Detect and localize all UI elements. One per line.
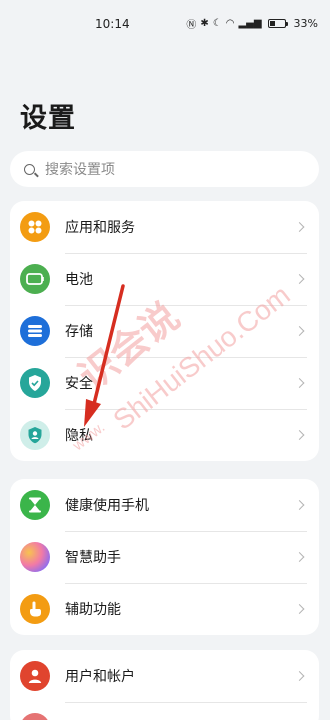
status-time: 10:14 xyxy=(95,17,130,31)
settings-item-security[interactable]: 安全 xyxy=(10,357,319,409)
settings-item-label: 健康使用手机 xyxy=(65,498,149,514)
settings-item-next[interactable] xyxy=(10,702,319,720)
hourglass-icon xyxy=(20,490,50,520)
moon-icon: ☾ xyxy=(212,18,222,29)
settings-item-label: 智慧助手 xyxy=(65,550,121,566)
nfc-icon: Ⓝ xyxy=(186,20,197,31)
user-icon xyxy=(20,661,50,691)
settings-item-storage[interactable]: 存储 xyxy=(10,305,319,357)
settings-item-label: 用户和帐户 xyxy=(65,669,135,685)
status-bar: 10:14 Ⓝ ✱ ☾ ◠ ▂▄▆ 33% xyxy=(0,0,330,40)
hand-pointer-icon xyxy=(20,594,50,624)
settings-group-2: 健康使用手机 智慧助手 辅助功能 xyxy=(10,479,319,635)
chevron-right-icon xyxy=(294,671,305,681)
settings-item-assistant[interactable]: 智慧助手 xyxy=(10,531,319,583)
apps-icon xyxy=(20,212,50,242)
settings-group-1: 应用和服务 电池 存储 安全 隐私 xyxy=(10,201,319,461)
chevron-right-icon xyxy=(294,552,305,562)
search-icon xyxy=(24,163,35,175)
page-title: 设置 xyxy=(20,103,76,134)
settings-item-battery[interactable]: 电池 xyxy=(10,253,319,305)
next-item-icon xyxy=(20,713,50,720)
search-input[interactable]: 搜索设置项 xyxy=(10,151,319,187)
settings-item-label: 隐私 xyxy=(65,428,93,444)
battery-icon xyxy=(267,19,288,28)
chevron-right-icon xyxy=(294,604,305,614)
settings-item-digital-balance[interactable]: 健康使用手机 xyxy=(10,479,319,531)
search-placeholder: 搜索设置项 xyxy=(45,162,115,178)
chevron-right-icon xyxy=(294,222,305,232)
chevron-right-icon xyxy=(294,430,305,440)
bluetooth-icon: ✱ xyxy=(200,18,209,29)
assistant-icon xyxy=(20,542,50,572)
settings-group-3: 用户和帐户 xyxy=(10,650,319,720)
battery-icon xyxy=(20,264,50,294)
settings-item-label: 存储 xyxy=(65,324,93,340)
settings-item-apps[interactable]: 应用和服务 xyxy=(10,201,319,253)
settings-item-label: 电池 xyxy=(65,272,93,288)
chevron-right-icon xyxy=(294,326,305,336)
battery-fill xyxy=(269,21,275,26)
wifi-icon: ◠ xyxy=(225,18,235,29)
settings-item-label: 应用和服务 xyxy=(65,220,135,236)
battery-percent: 33% xyxy=(293,17,318,30)
chevron-right-icon xyxy=(294,274,305,284)
signal-icon: ▂▄▆ xyxy=(238,18,262,29)
settings-item-label: 安全 xyxy=(65,376,93,392)
settings-item-label: 辅助功能 xyxy=(65,602,121,618)
status-icons: Ⓝ ✱ ☾ ◠ ▂▄▆ 33% xyxy=(186,16,318,31)
settings-item-privacy[interactable]: 隐私 xyxy=(10,409,319,461)
storage-icon xyxy=(20,316,50,346)
settings-item-accessibility[interactable]: 辅助功能 xyxy=(10,583,319,635)
privacy-icon xyxy=(20,420,50,450)
chevron-right-icon xyxy=(294,500,305,510)
shield-icon xyxy=(20,368,50,398)
settings-item-users-accounts[interactable]: 用户和帐户 xyxy=(10,650,319,702)
chevron-right-icon xyxy=(294,378,305,388)
